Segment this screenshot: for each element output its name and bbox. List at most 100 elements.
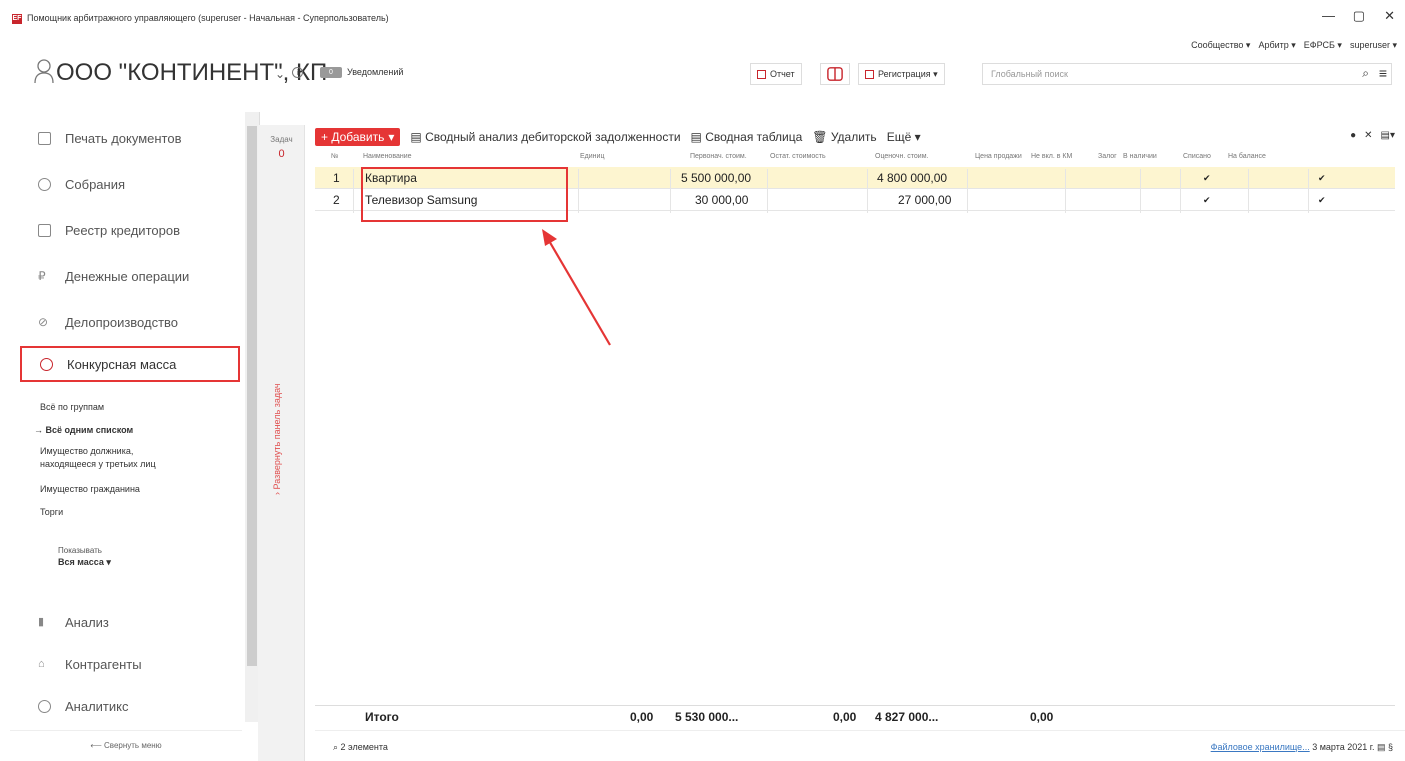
chevron-down-icon[interactable]: ⌄	[275, 67, 285, 81]
meetings-icon	[38, 177, 51, 191]
column-divider	[1248, 169, 1249, 213]
total-estimated: 4 827 000...	[875, 710, 939, 724]
col-pledge[interactable]: Залог	[1098, 153, 1117, 160]
sidebar-item-paperwork[interactable]: ⊘ Делопроизводство	[20, 304, 240, 340]
excel-icon[interactable]: ●	[1350, 130, 1356, 141]
ef-logo-button[interactable]	[820, 63, 850, 85]
company-title[interactable]: ООО "КОНТИНЕНТ", КП	[56, 59, 327, 87]
window-title: Помощник арбитражного управляющего (supe…	[27, 13, 389, 23]
expand-tasks-button[interactable]: › Развернуть панель задач	[272, 383, 282, 495]
registry-icon	[38, 223, 51, 237]
sidebar: Печать документов Собрания Реестр кредит…	[10, 112, 260, 761]
add-button[interactable]: + Добавить ▾	[315, 128, 401, 146]
tasks-label: Задач	[270, 135, 293, 144]
sub-item-debtor-property-2[interactable]: находящееся у третьих лиц	[40, 459, 156, 469]
window-titlebar: EF Помощник арбитражного управляющего (s…	[0, 0, 1405, 30]
column-divider	[967, 169, 968, 213]
column-divider	[1140, 169, 1141, 213]
registration-label: Регистрация ▾	[878, 68, 938, 79]
sidebar-item-creditors-registry[interactable]: Реестр кредиторов	[20, 212, 240, 248]
cell-number: 2	[333, 193, 340, 207]
app-icon: EF	[12, 14, 22, 24]
show-dropdown[interactable]: Вся масса ▾	[58, 557, 111, 568]
sidebar-item-counterparties[interactable]: ⌂ Контрагенты	[20, 646, 240, 682]
check-icon: ✔	[1318, 173, 1326, 183]
col-in-stock[interactable]: В наличии	[1123, 153, 1157, 160]
col-residual-cost[interactable]: Остат. стоимость	[770, 153, 826, 160]
toolbar-right-icons: ● ✕ ▤▾	[1350, 130, 1395, 141]
delete-button[interactable]: 🗑 Удалить	[812, 130, 876, 144]
col-sale-price[interactable]: Цена продажи	[975, 153, 1022, 160]
sub-item-citizen-property[interactable]: Имущество гражданина	[40, 484, 140, 494]
col-on-balance[interactable]: На балансе	[1228, 153, 1266, 160]
column-divider	[578, 169, 579, 213]
total-units: 0,00	[630, 710, 654, 724]
registration-icon	[865, 69, 874, 79]
caret-down-icon: ▾	[388, 130, 395, 144]
table-toolbar: + Добавить ▾ ▤ Сводный анализ дебиторско…	[315, 127, 921, 147]
hamburger-menu-icon[interactable]: ≡	[1379, 65, 1387, 81]
restore-button[interactable]: ▢	[1353, 8, 1365, 24]
sidebar-item-bankruptcy-estate[interactable]: Конкурсная масса	[20, 346, 240, 382]
sub-item-single-list[interactable]: → Всё одним списком	[34, 425, 133, 435]
app-header: ООО "КОНТИНЕНТ", КП ⌄ i 0 Уведомлений От…	[0, 55, 1405, 105]
sub-item-debtor-property[interactable]: Имущество должника,	[40, 446, 133, 456]
column-divider	[1065, 169, 1066, 213]
file-storage-link[interactable]: Файловое хранилище...	[1211, 742, 1310, 752]
notification-count-badge[interactable]: 0	[320, 67, 342, 78]
search-icon[interactable]: ⌕	[1362, 66, 1369, 81]
report-button[interactable]: Отчет	[750, 63, 802, 85]
paperclip-icon: ⊘	[38, 314, 49, 329]
person-icon	[34, 59, 54, 84]
document-icon	[38, 131, 51, 145]
col-initial-cost[interactable]: Первонач. стоим.	[690, 153, 747, 160]
report-label: Отчет	[770, 69, 795, 79]
summary-table-button[interactable]: ▤ Сводная таблица	[691, 130, 803, 144]
sidebar-item-analytics[interactable]: Аналитикс	[20, 688, 240, 724]
sidebar-item-meetings[interactable]: Собрания	[20, 166, 240, 202]
col-not-included[interactable]: Не вкл. в КМ	[1031, 153, 1072, 160]
cell-estimated: 4 800 000,00	[877, 171, 948, 185]
topnav-user[interactable]: superuser ▾	[1350, 40, 1397, 51]
cell-estimated: 27 000,00	[898, 193, 952, 207]
columns-icon[interactable]: ▤▾	[1381, 130, 1395, 141]
ef-logo-icon	[827, 67, 843, 81]
tasks-panel: Задач 0 › Развернуть панель задач	[258, 125, 305, 761]
column-divider	[867, 169, 868, 213]
sidebar-item-analysis[interactable]: ▮ Анализ	[20, 604, 240, 640]
topnav-community[interactable]: Сообщество ▾	[1191, 40, 1250, 51]
clear-icon[interactable]: ✕	[1364, 130, 1372, 141]
total-initial: 5 530 000...	[675, 710, 739, 724]
sub-item-by-groups[interactable]: Всё по группам	[40, 402, 104, 412]
sidebar-item-print-documents[interactable]: Печать документов	[20, 120, 240, 156]
topnav-efrsb[interactable]: ЕФРСБ ▾	[1304, 40, 1342, 51]
col-estimated-cost[interactable]: Оценочн. стоим.	[875, 153, 928, 160]
col-name[interactable]: Наименование	[363, 153, 412, 160]
total-row: Итого 0,00 5 530 000... 0,00 4 827 000..…	[315, 705, 1395, 727]
report-icon	[757, 69, 766, 79]
status-icons[interactable]: ▤ §	[1377, 742, 1393, 752]
column-divider	[353, 169, 354, 213]
info-icon[interactable]: i	[292, 67, 303, 78]
sidebar-scrollbar[interactable]	[245, 112, 259, 722]
col-units[interactable]: Единиц	[580, 153, 604, 160]
topnav-arbiter[interactable]: Арбитр ▾	[1258, 40, 1295, 51]
global-search-input[interactable]: Глобальный поиск ⌕ ≡	[982, 63, 1392, 85]
col-number[interactable]: №	[331, 153, 339, 160]
sub-item-auctions[interactable]: Торги	[40, 507, 63, 517]
col-written-off[interactable]: Списано	[1183, 153, 1211, 160]
check-icon: ✔	[1318, 195, 1326, 205]
summary-analysis-button[interactable]: ▤ Сводный анализ дебиторской задолженнос…	[410, 130, 680, 144]
close-button[interactable]: ✕	[1384, 8, 1395, 24]
registration-button[interactable]: Регистрация ▾	[858, 63, 945, 85]
check-icon: ✔	[1203, 195, 1211, 205]
minimize-button[interactable]: —	[1322, 8, 1335, 23]
more-button[interactable]: Ещё ▾	[887, 130, 921, 144]
notifications-label[interactable]: Уведомлений	[347, 67, 403, 77]
status-date: 3 марта 2021 г.	[1312, 742, 1375, 752]
collapse-menu-button[interactable]: ⟵ Свернуть меню	[10, 730, 242, 760]
cell-initial: 5 500 000,00	[681, 171, 752, 185]
ruble-icon: ₽	[38, 268, 46, 283]
sidebar-item-money-operations[interactable]: ₽ Денежные операции	[20, 258, 240, 294]
total-residual: 0,00	[833, 710, 857, 724]
